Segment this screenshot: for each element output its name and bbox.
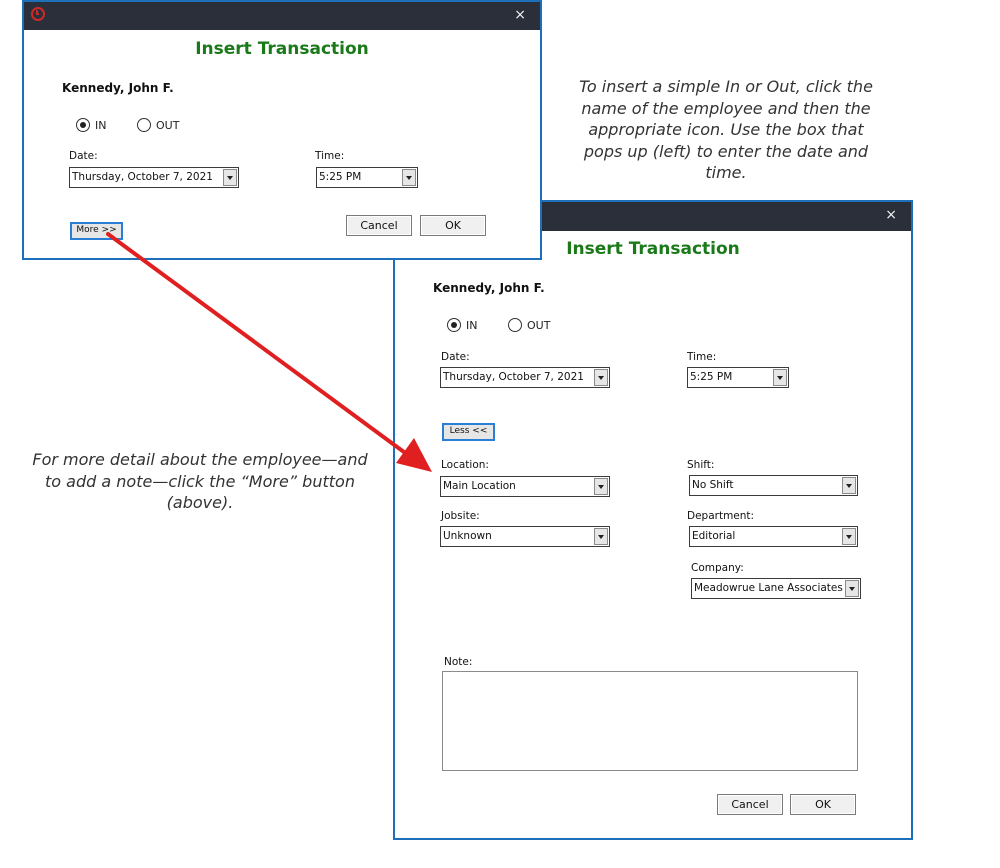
arrow-head [396, 438, 432, 472]
red-arrow-icon [106, 232, 432, 472]
arrow-shaft [106, 232, 410, 457]
